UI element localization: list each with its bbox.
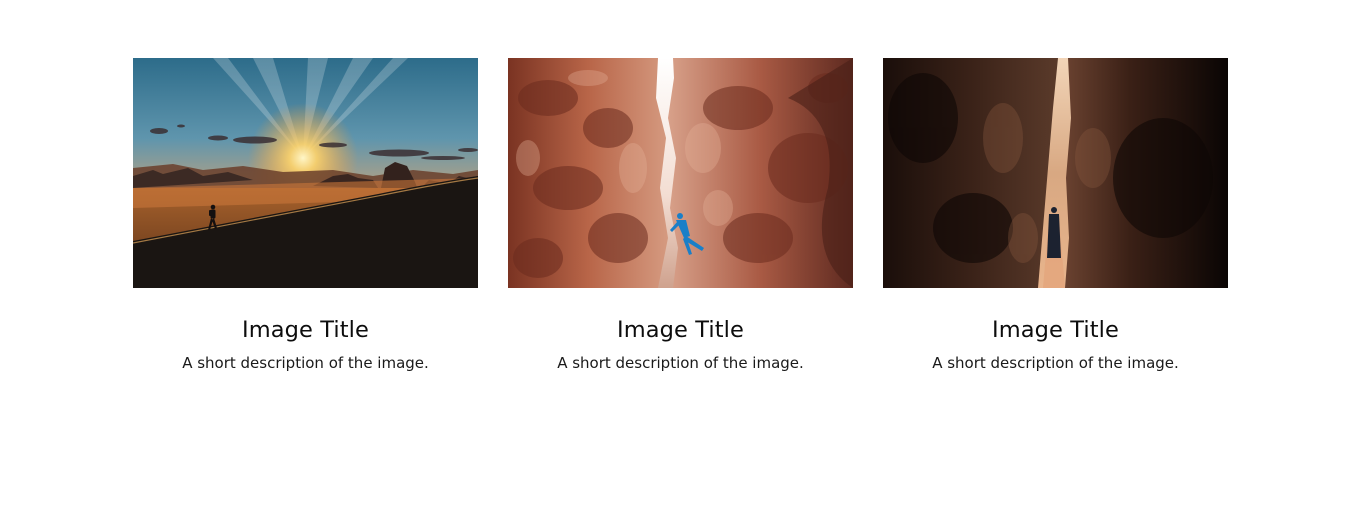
image-gallery: Image Title A short description of the i…	[133, 58, 1228, 374]
canyon-climber-photo	[508, 58, 853, 288]
gallery-card: Image Title A short description of the i…	[883, 58, 1228, 374]
desert-sunset-hiker-photo	[133, 58, 478, 288]
card-description: A short description of the image.	[182, 354, 429, 372]
card-title: Image Title	[617, 317, 744, 343]
card-description: A short description of the image.	[557, 354, 804, 372]
card-description: A short description of the image.	[932, 354, 1179, 372]
dark-canyon-person-photo	[883, 58, 1228, 288]
gallery-card: Image Title A short description of the i…	[133, 58, 478, 374]
card-title: Image Title	[992, 317, 1119, 343]
gallery-card: Image Title A short description of the i…	[508, 58, 853, 374]
card-title: Image Title	[242, 317, 369, 343]
